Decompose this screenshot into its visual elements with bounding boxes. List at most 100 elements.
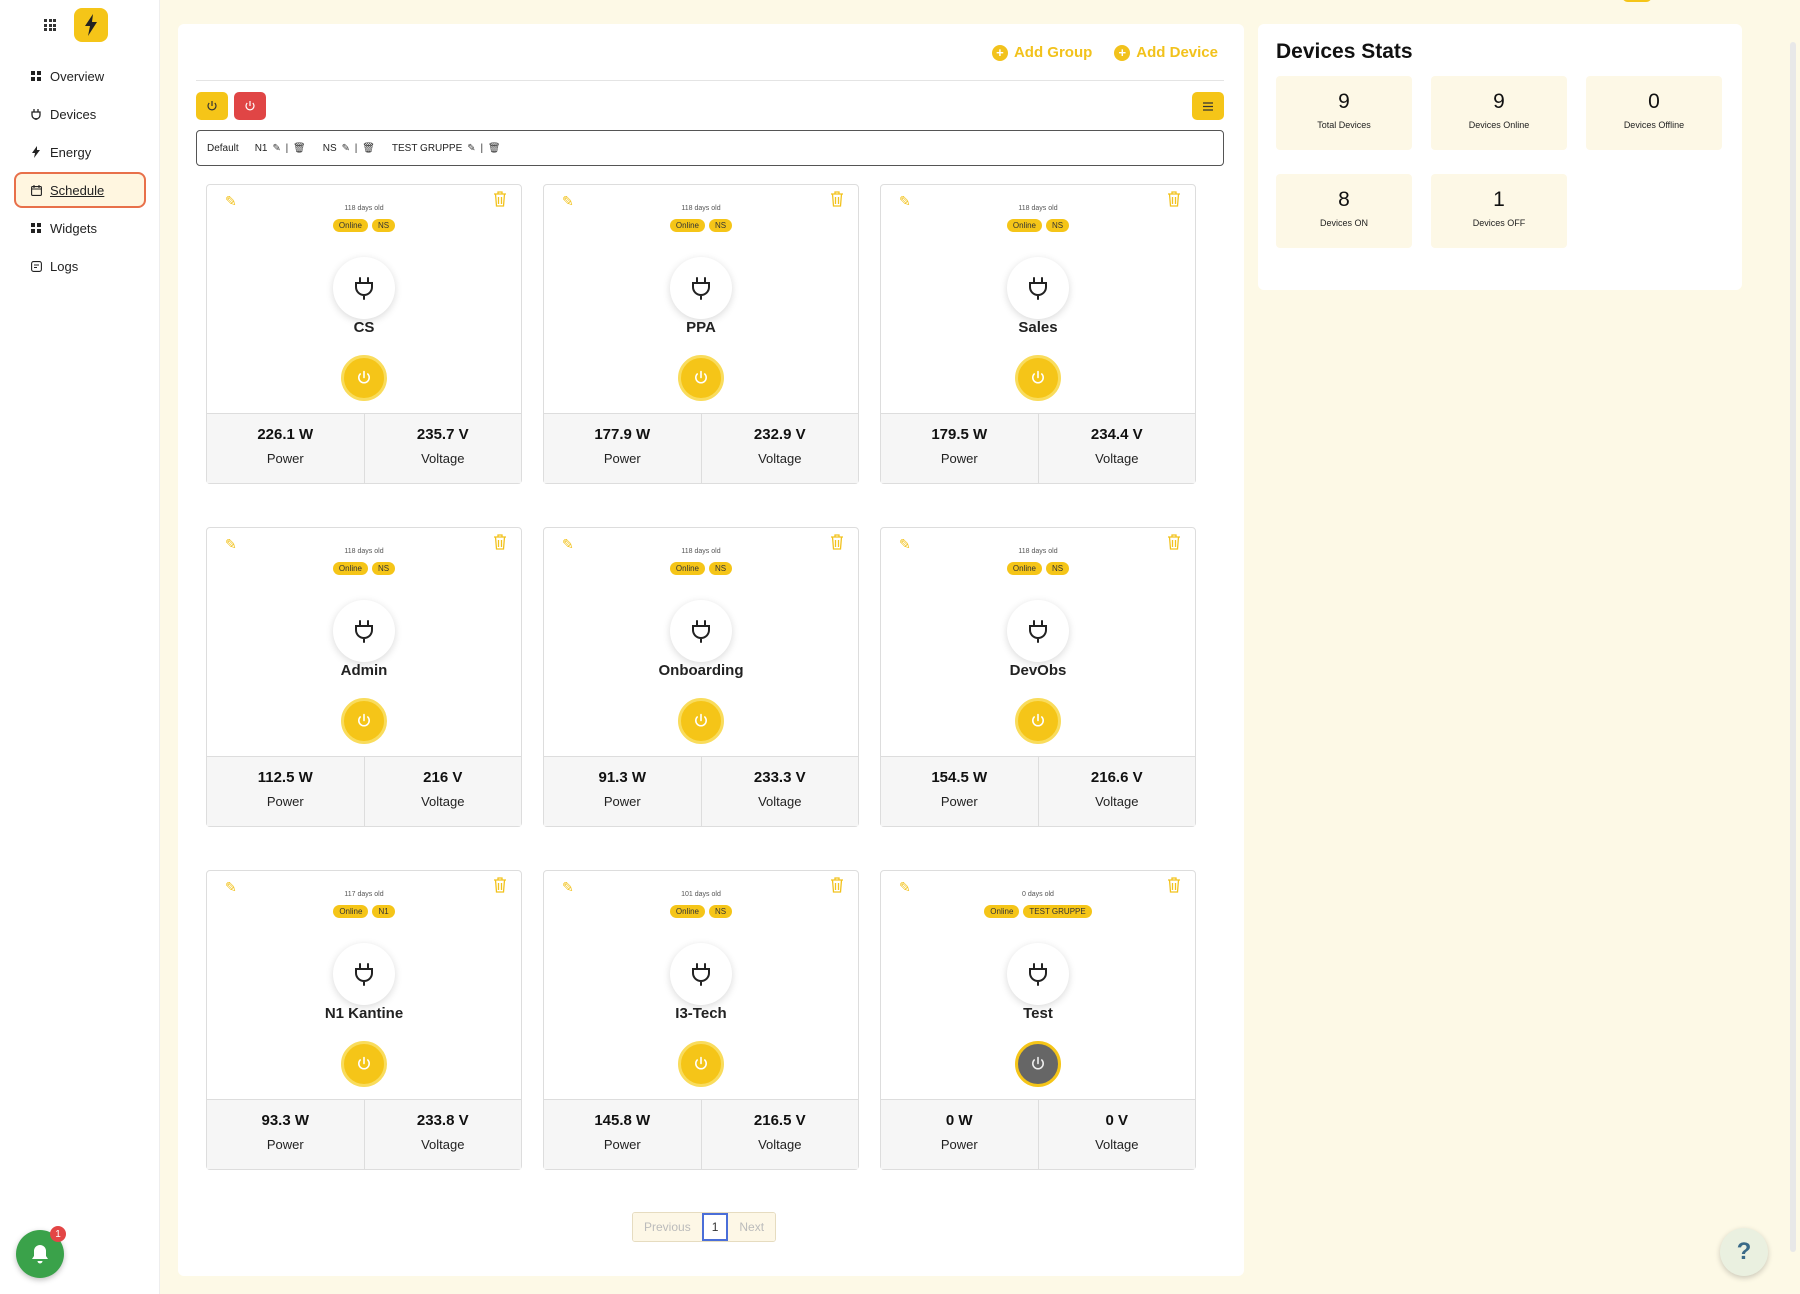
power-label: Power [266,1137,304,1152]
device-power-toggle[interactable] [341,698,387,744]
all-on-button[interactable] [196,92,228,120]
sidebar-item-overview[interactable]: Overview [14,58,146,94]
group-chip-n1[interactable]: N1 ✎ | 🗑 [255,143,307,154]
sidebar-item-label: Devices [50,106,97,122]
status-badge: Online [332,562,368,575]
sidebar-nav: Overview Devices Energy Schedule Widgets… [14,58,146,286]
device-tags: Online NS [207,219,521,232]
power-label: Power [266,451,304,466]
plug-icon [692,277,710,300]
notification-badge: 1 [50,1226,66,1242]
app-logo[interactable] [74,8,108,42]
voltage-label: Voltage [1095,451,1139,466]
power-value: 112.5 W [257,769,313,786]
group-chip-ns[interactable]: NS ✎ | 🗑 [323,143,376,154]
voltage-value: 0 V [1105,1112,1128,1129]
plug-icon [1029,620,1047,643]
device-power-toggle[interactable] [1015,355,1061,401]
group-chip-default[interactable]: Default [207,143,239,154]
apps-grid-icon[interactable] [44,19,56,31]
plus-circle-icon: + [1114,44,1131,61]
power-stat: 0 W Power [881,1100,1038,1169]
pagination-previous[interactable]: Previous [633,1213,702,1241]
pagination-next[interactable]: Next [728,1213,776,1241]
stat-label: Devices Offline [1623,120,1685,130]
add-device-button[interactable]: + Add Device [1114,44,1218,61]
stat-devices-online: 9 Devices Online [1431,76,1567,150]
power-label: Power [603,1137,641,1152]
voltage-value: 233.8 V [416,1112,469,1129]
status-badge: Online [1006,562,1042,575]
calendar-icon [30,184,42,196]
all-off-button[interactable] [234,92,266,120]
device-power-toggle[interactable] [678,355,724,401]
stat-label: Devices ON [1319,218,1368,228]
device-power-toggle[interactable] [341,355,387,401]
help-button[interactable]: ? [1720,1228,1768,1276]
add-group-button[interactable]: + Add Group [991,44,1092,61]
sidebar-item-schedule[interactable]: Schedule [14,172,146,208]
device-card: ✎ 118 days old Online NS Onboarding 91.3 W Pow… [543,527,859,827]
device-card: ✎ 118 days old Online NS Sales 179.5 W Power 23… [880,184,1196,484]
device-card: ✎ 101 days old Online NS I3-Tech 145.8 W Power… [543,870,859,1170]
device-power-toggle[interactable] [341,1041,387,1087]
power-icon [695,713,707,727]
stat-value: 0 [1648,90,1660,113]
power-stat: 179.5 W Power [881,414,1038,483]
device-power-toggle[interactable] [678,698,724,744]
plug-icon [1029,277,1047,300]
scrollbar[interactable] [1790,42,1796,1252]
device-name: Admin [340,662,388,679]
device-tags: Online NS [544,905,858,918]
group-badge: NS [709,219,733,232]
pencil-icon[interactable]: ✎ [342,143,351,154]
sidebar-item-energy[interactable]: Energy [14,134,146,170]
device-age: 118 days old [1018,205,1058,212]
device-tags: Online TEST GRUPPE [881,905,1195,918]
device-power-toggle[interactable] [678,1041,724,1087]
device-tags: Online NS [207,562,521,575]
lightning-icon [85,14,97,36]
device-age: 118 days old [344,205,384,212]
lightning-icon [30,146,42,158]
power-label: Power [940,451,978,466]
notification-button[interactable]: 1 [16,1226,66,1278]
power-stat: 226.1 W Power [207,414,364,483]
stat-label: Devices Online [1468,120,1530,130]
user-avatar-tab[interactable] [1622,0,1652,2]
device-power-toggle[interactable] [1015,698,1061,744]
voltage-value: 233.3 V [753,769,806,786]
pencil-icon[interactable]: ✎ [272,143,281,154]
trash-icon[interactable]: 🗑 [293,143,307,154]
device-name: CS [353,319,375,336]
trash-icon[interactable]: 🗑 [362,143,376,154]
plug-icon [355,620,373,643]
sidebar-item-widgets[interactable]: Widgets [14,210,146,246]
power-icon [358,370,370,384]
trash-icon[interactable]: 🗑 [488,143,502,154]
device-power-toggle[interactable] [1015,1041,1061,1087]
plus-circle-icon: + [991,44,1008,61]
voltage-label: Voltage [758,1137,802,1152]
power-stat: 145.8 W Power [544,1100,701,1169]
power-stat: 91.3 W Power [544,757,701,826]
pagination-page[interactable]: 1 [701,1213,729,1241]
voltage-stat: 232.9 V Voltage [700,414,859,483]
divider [196,80,1224,81]
pencil-icon[interactable]: ✎ [467,143,476,154]
sidebar-item-label: Widgets [50,220,97,236]
group-chip-test-gruppe[interactable]: TEST GRUPPE ✎ | 🗑 [392,143,502,154]
stat-devices-on: 8 Devices ON [1276,174,1412,248]
device-name: N1 Kantine [324,1005,404,1022]
sidebar-item-devices[interactable]: Devices [14,96,146,132]
sidebar-item-logs[interactable]: Logs [14,248,146,284]
stat-devices-offline: 0 Devices Offline [1586,76,1722,150]
device-name: Onboarding [658,662,744,679]
menu-button[interactable] [1192,92,1224,120]
group-badge: NS [1046,562,1070,575]
device-card: ✎ 118 days old Online NS PPA 177.9 W Power 232.… [543,184,859,484]
voltage-stat: 235.7 V Voltage [363,414,522,483]
power-icon [245,101,255,111]
power-icon [207,101,217,111]
status-badge: Online [669,219,705,232]
